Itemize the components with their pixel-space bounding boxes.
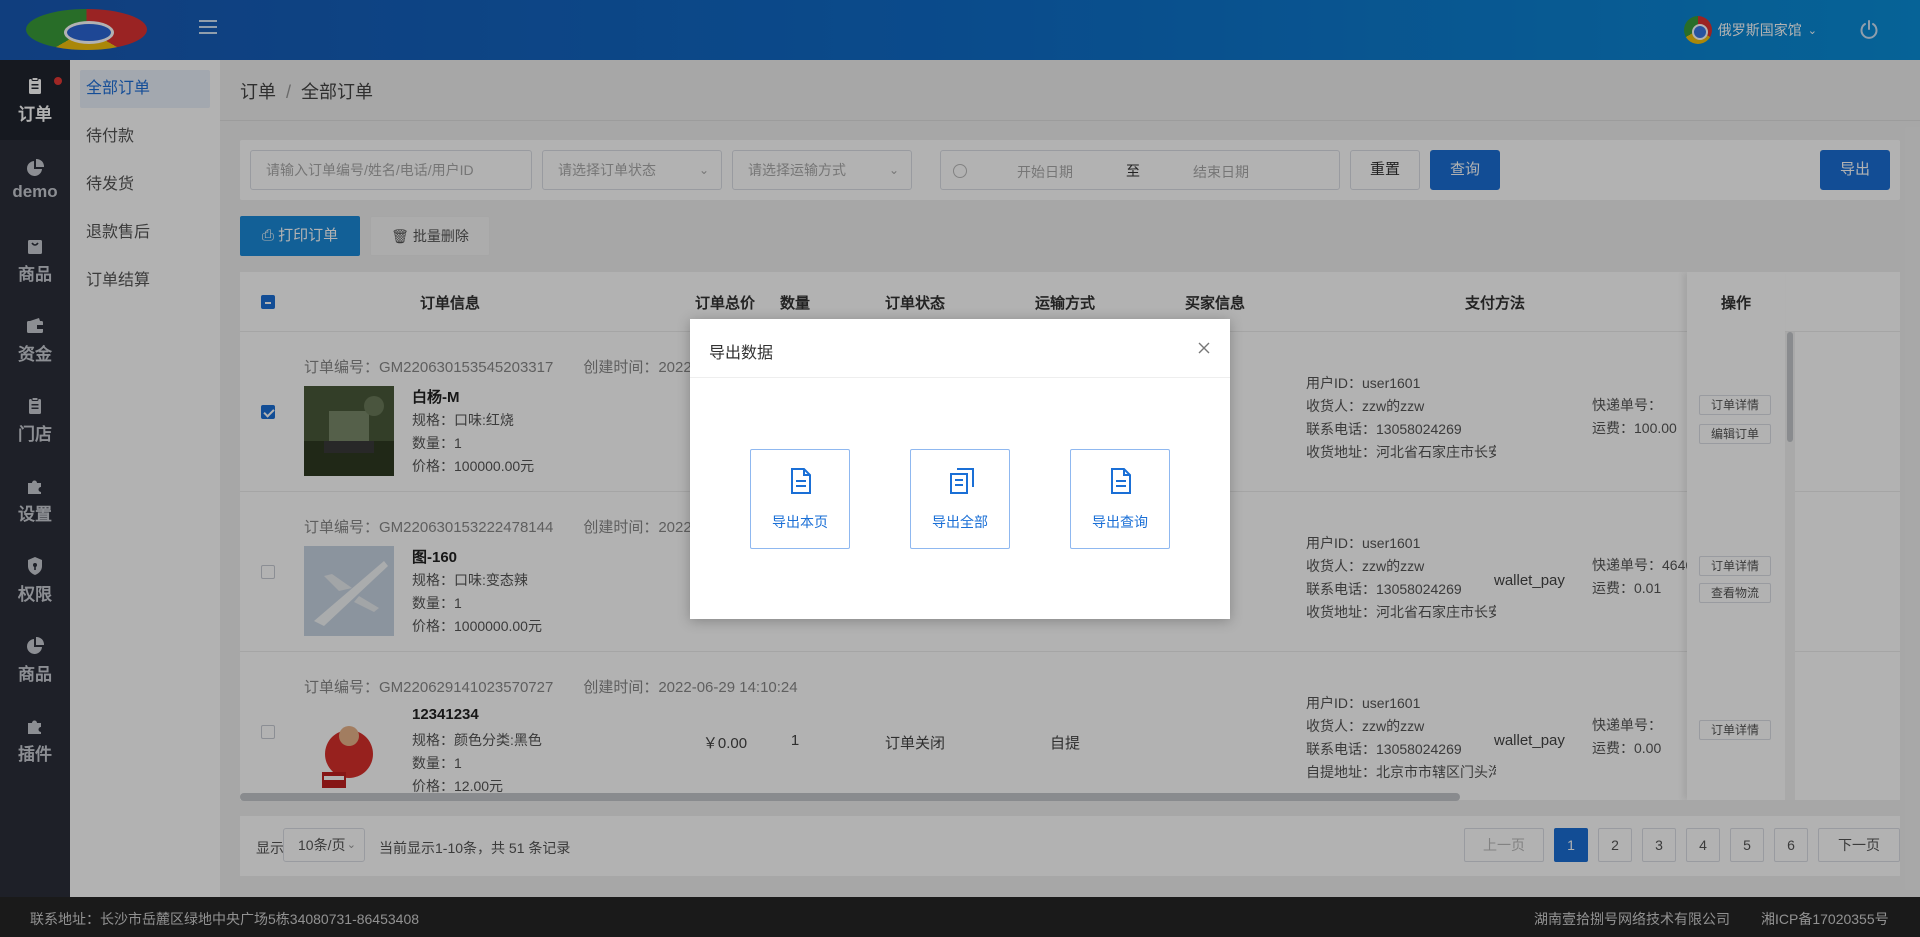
export-dialog: 导出数据 导出本页 导出全部 导出查询 bbox=[690, 319, 1230, 619]
close-icon[interactable] bbox=[1196, 340, 1212, 356]
export-query-label: 导出查询 bbox=[1092, 514, 1148, 530]
document-icon bbox=[791, 468, 811, 494]
export-query-button[interactable]: 导出查询 bbox=[1070, 449, 1170, 549]
modal-header: 导出数据 bbox=[690, 319, 1230, 378]
export-all-label: 导出全部 bbox=[932, 514, 988, 530]
copy-icon bbox=[950, 468, 974, 494]
document-icon bbox=[1111, 468, 1131, 494]
export-current-page-label: 导出本页 bbox=[772, 514, 828, 530]
export-current-page-button[interactable]: 导出本页 bbox=[750, 449, 850, 549]
export-all-button[interactable]: 导出全部 bbox=[910, 449, 1010, 549]
modal-title: 导出数据 bbox=[709, 345, 774, 362]
